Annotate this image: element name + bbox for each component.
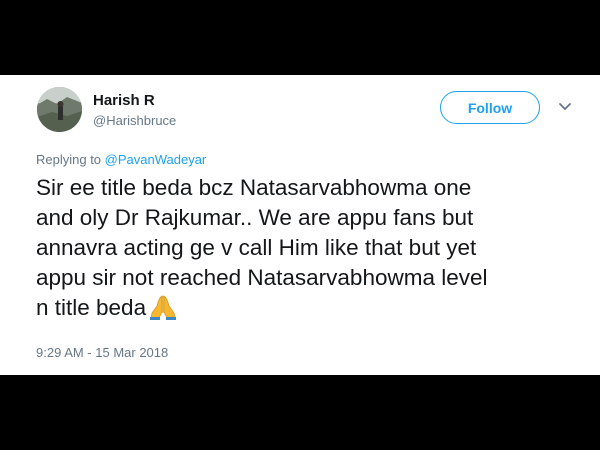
replying-to-prefix: Replying to xyxy=(36,152,102,167)
pray-emoji-icon xyxy=(150,295,177,320)
tweet-text-line: and oly Dr Rajkumar.. We are appu fans b… xyxy=(36,205,474,230)
author-display-name[interactable]: Harish R xyxy=(93,92,155,109)
tweet-card: Harish R @Harishbruce Follow Replying to… xyxy=(0,75,600,375)
follow-button[interactable]: Follow xyxy=(440,91,540,124)
tweet-text-line: Sir ee title beda bcz Natasarvabhowma on… xyxy=(36,175,472,200)
replying-to: Replying to @PavanWadeyar xyxy=(36,152,206,167)
author-handle[interactable]: @Harishbruce xyxy=(93,113,176,128)
tweet-text: Sir ee title beda bcz Natasarvabhowma on… xyxy=(36,173,576,323)
tweet-text-line: appu sir not reached Natasarvabhowma lev… xyxy=(36,265,488,290)
avatar[interactable] xyxy=(37,87,82,132)
avatar-photo xyxy=(37,87,82,132)
reply-target-link[interactable]: @PavanWadeyar xyxy=(105,152,207,167)
tweet-timestamp[interactable]: 9:29 AM - 15 Mar 2018 xyxy=(36,345,168,360)
tweet-text-line: n title beda xyxy=(36,295,147,320)
tweet-text-line: annavra acting ge v call Him like that b… xyxy=(36,235,477,260)
chevron-down-icon[interactable] xyxy=(557,101,573,113)
screenshot-frame: Harish R @Harishbruce Follow Replying to… xyxy=(0,0,600,450)
tweet-text-last-line: n title beda xyxy=(36,293,576,323)
